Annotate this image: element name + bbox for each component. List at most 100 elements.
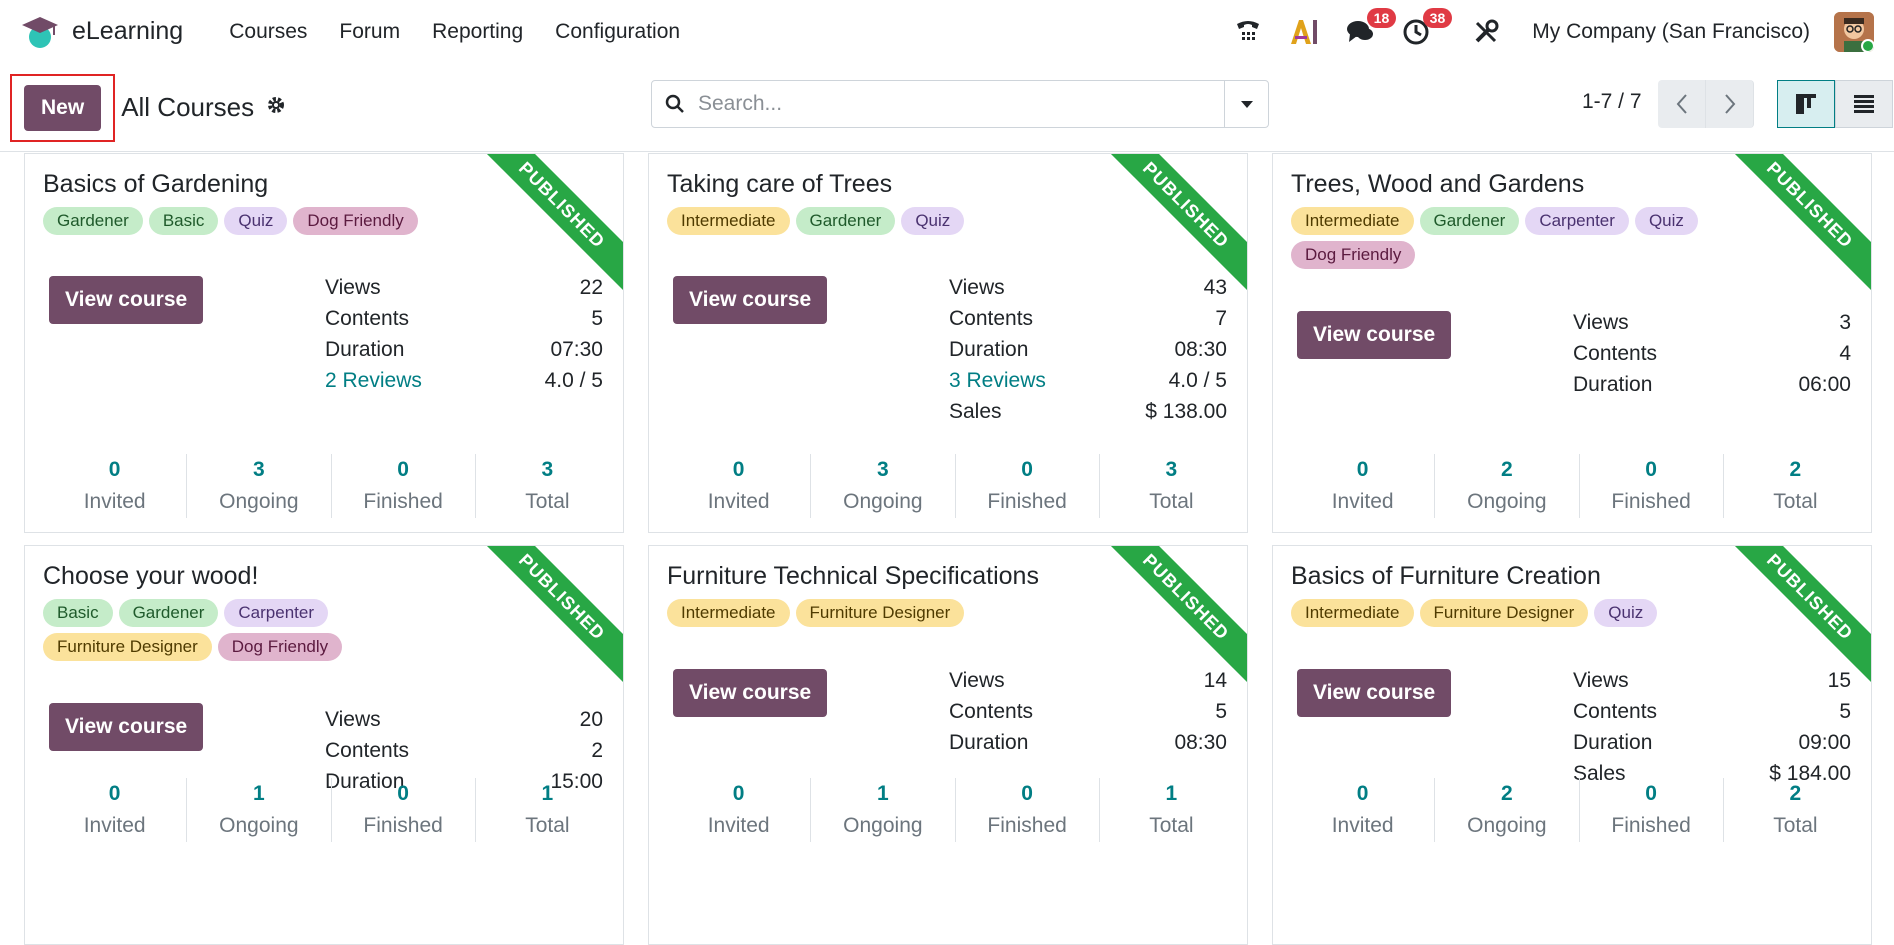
published-ribbon: PUBLISHED (1716, 154, 1871, 299)
top-navbar: eLearning Courses Forum Reporting Config… (0, 0, 1894, 64)
view-course-button[interactable]: View course (1297, 669, 1452, 717)
contents-label: Contents (949, 700, 1034, 723)
duration-value: 08:30 (1174, 338, 1227, 361)
course-card[interactable]: PUBLISHED Choose your wood! Basic Garden… (24, 545, 624, 945)
search-input[interactable] (698, 92, 1224, 116)
user-avatar[interactable] (1834, 11, 1874, 52)
views-value: 15 (1827, 669, 1851, 692)
ongoing-count[interactable]: 3 Ongoing (811, 454, 956, 518)
contents-label: Contents (949, 307, 1034, 330)
finished-count[interactable]: 0 Finished (1580, 778, 1724, 842)
messages-icon[interactable]: 18 (1344, 7, 1397, 48)
course-card[interactable]: PUBLISHED Basics of Gardening Gardener B… (24, 153, 624, 533)
phone-icon[interactable] (1232, 16, 1264, 48)
navbar-systray: 18 38 My Company (San Francisco) (1232, 7, 1874, 52)
invited-count[interactable]: 0 Invited (1291, 454, 1436, 518)
course-card[interactable]: PUBLISHED Basics of Furniture Creation I… (1272, 545, 1872, 945)
view-switcher (1777, 80, 1893, 128)
views-label: Views (949, 276, 1005, 299)
finished-count[interactable]: 0 Finished (1580, 454, 1724, 518)
finished-count[interactable]: 0 Finished (956, 778, 1100, 842)
tag: Quiz (901, 207, 965, 235)
invited-count[interactable]: 0 Invited (43, 454, 188, 518)
tools-icon[interactable] (1470, 16, 1502, 48)
new-button[interactable]: New (24, 84, 102, 131)
course-stats: Views 22 Contents 5 Duration 07:30 2 Review… (325, 272, 603, 396)
invited-count[interactable]: 0 Invited (43, 778, 188, 842)
finished-count[interactable]: 0 Finished (332, 454, 476, 518)
contents-value: 7 (1215, 307, 1227, 330)
graduation-cap-icon (20, 14, 60, 50)
menu-forum[interactable]: Forum (323, 20, 416, 44)
tag: Quiz (224, 207, 288, 235)
finished-count[interactable]: 0 Finished (956, 454, 1100, 518)
duration-value: 08:30 (1174, 731, 1227, 754)
total-count[interactable]: 2 Total (1724, 778, 1867, 842)
reviews-link[interactable]: 2 Reviews (325, 365, 422, 396)
finished-count[interactable]: 0 Finished (332, 778, 476, 842)
total-count[interactable]: 3 Total (1100, 454, 1243, 518)
menu-reporting[interactable]: Reporting (416, 20, 539, 44)
course-card[interactable]: PUBLISHED Taking care of Trees Intermedi… (648, 153, 1248, 533)
control-panel: New All Courses 1-7 / 7 (0, 64, 1894, 152)
reviews-link[interactable]: 3 Reviews (949, 365, 1046, 396)
ongoing-count[interactable]: 3 Ongoing (187, 454, 332, 518)
contents-label: Contents (1573, 342, 1658, 365)
total-count[interactable]: 1 Total (476, 778, 619, 842)
app-brand[interactable]: eLearning (20, 14, 183, 50)
published-ribbon: PUBLISHED (468, 546, 623, 691)
tag: Basic (43, 599, 113, 627)
pager-previous-button[interactable] (1658, 80, 1706, 128)
duration-label: Duration (325, 338, 405, 361)
view-course-button[interactable]: View course (49, 276, 204, 324)
ongoing-count[interactable]: 2 Ongoing (1435, 778, 1580, 842)
ai-icon[interactable] (1288, 16, 1320, 48)
total-count[interactable]: 2 Total (1724, 454, 1867, 518)
invited-count[interactable]: 0 Invited (667, 778, 812, 842)
list-view-button[interactable] (1835, 80, 1893, 128)
course-title: Choose your wood! (43, 562, 259, 590)
search-options-toggle[interactable] (1224, 81, 1268, 127)
menu-configuration[interactable]: Configuration (539, 20, 696, 44)
view-course-button[interactable]: View course (673, 669, 828, 717)
ongoing-count[interactable]: 2 Ongoing (1435, 454, 1580, 518)
page-title: All Courses (121, 92, 255, 122)
attendee-counts: 0 Invited 3 Ongoing 0 Finished 3 Total (43, 454, 619, 518)
activity-clock-icon[interactable]: 38 (1400, 7, 1453, 48)
pager-next-button[interactable] (1706, 80, 1754, 128)
contents-label: Contents (325, 739, 410, 762)
contents-value: 5 (1215, 700, 1227, 723)
invited-count[interactable]: 0 Invited (667, 454, 812, 518)
sales-value: $ 138.00 (1145, 400, 1227, 423)
pager-value[interactable]: 1-7 / 7 (1582, 90, 1642, 114)
view-course-button[interactable]: View course (49, 703, 204, 751)
duration-value: 07:30 (550, 338, 603, 361)
menu-courses[interactable]: Courses (213, 20, 323, 44)
tag: Intermediate (1291, 207, 1414, 235)
view-course-button[interactable]: View course (1297, 311, 1452, 359)
course-title: Basics of Gardening (43, 170, 269, 198)
contents-value: 5 (591, 307, 603, 330)
gear-icon[interactable] (266, 95, 286, 121)
caret-down-icon (1240, 101, 1253, 108)
duration-label: Duration (949, 731, 1029, 754)
ongoing-count[interactable]: 1 Ongoing (187, 778, 332, 842)
course-card[interactable]: PUBLISHED Trees, Wood and Gardens Interm… (1272, 153, 1872, 533)
course-card[interactable]: PUBLISHED Furniture Technical Specificat… (648, 545, 1248, 945)
kanban-view-button[interactable] (1777, 80, 1835, 128)
rating-value: 4.0 / 5 (544, 369, 603, 392)
views-value: 20 (579, 708, 603, 731)
total-count[interactable]: 3 Total (476, 454, 619, 518)
total-count[interactable]: 1 Total (1100, 778, 1243, 842)
duration-label: Duration (1573, 731, 1653, 754)
view-course-button[interactable]: View course (673, 276, 828, 324)
course-title: Trees, Wood and Gardens (1291, 170, 1585, 198)
course-tags: Intermediate Furniture Designer (667, 599, 1107, 627)
duration-value: 06:00 (1798, 373, 1851, 396)
invited-count[interactable]: 0 Invited (1291, 778, 1436, 842)
views-label: Views (325, 276, 381, 299)
online-status-dot (1861, 38, 1874, 52)
ongoing-count[interactable]: 1 Ongoing (811, 778, 956, 842)
chevron-right-icon (1724, 94, 1735, 114)
company-switcher[interactable]: My Company (San Francisco) (1532, 20, 1810, 44)
